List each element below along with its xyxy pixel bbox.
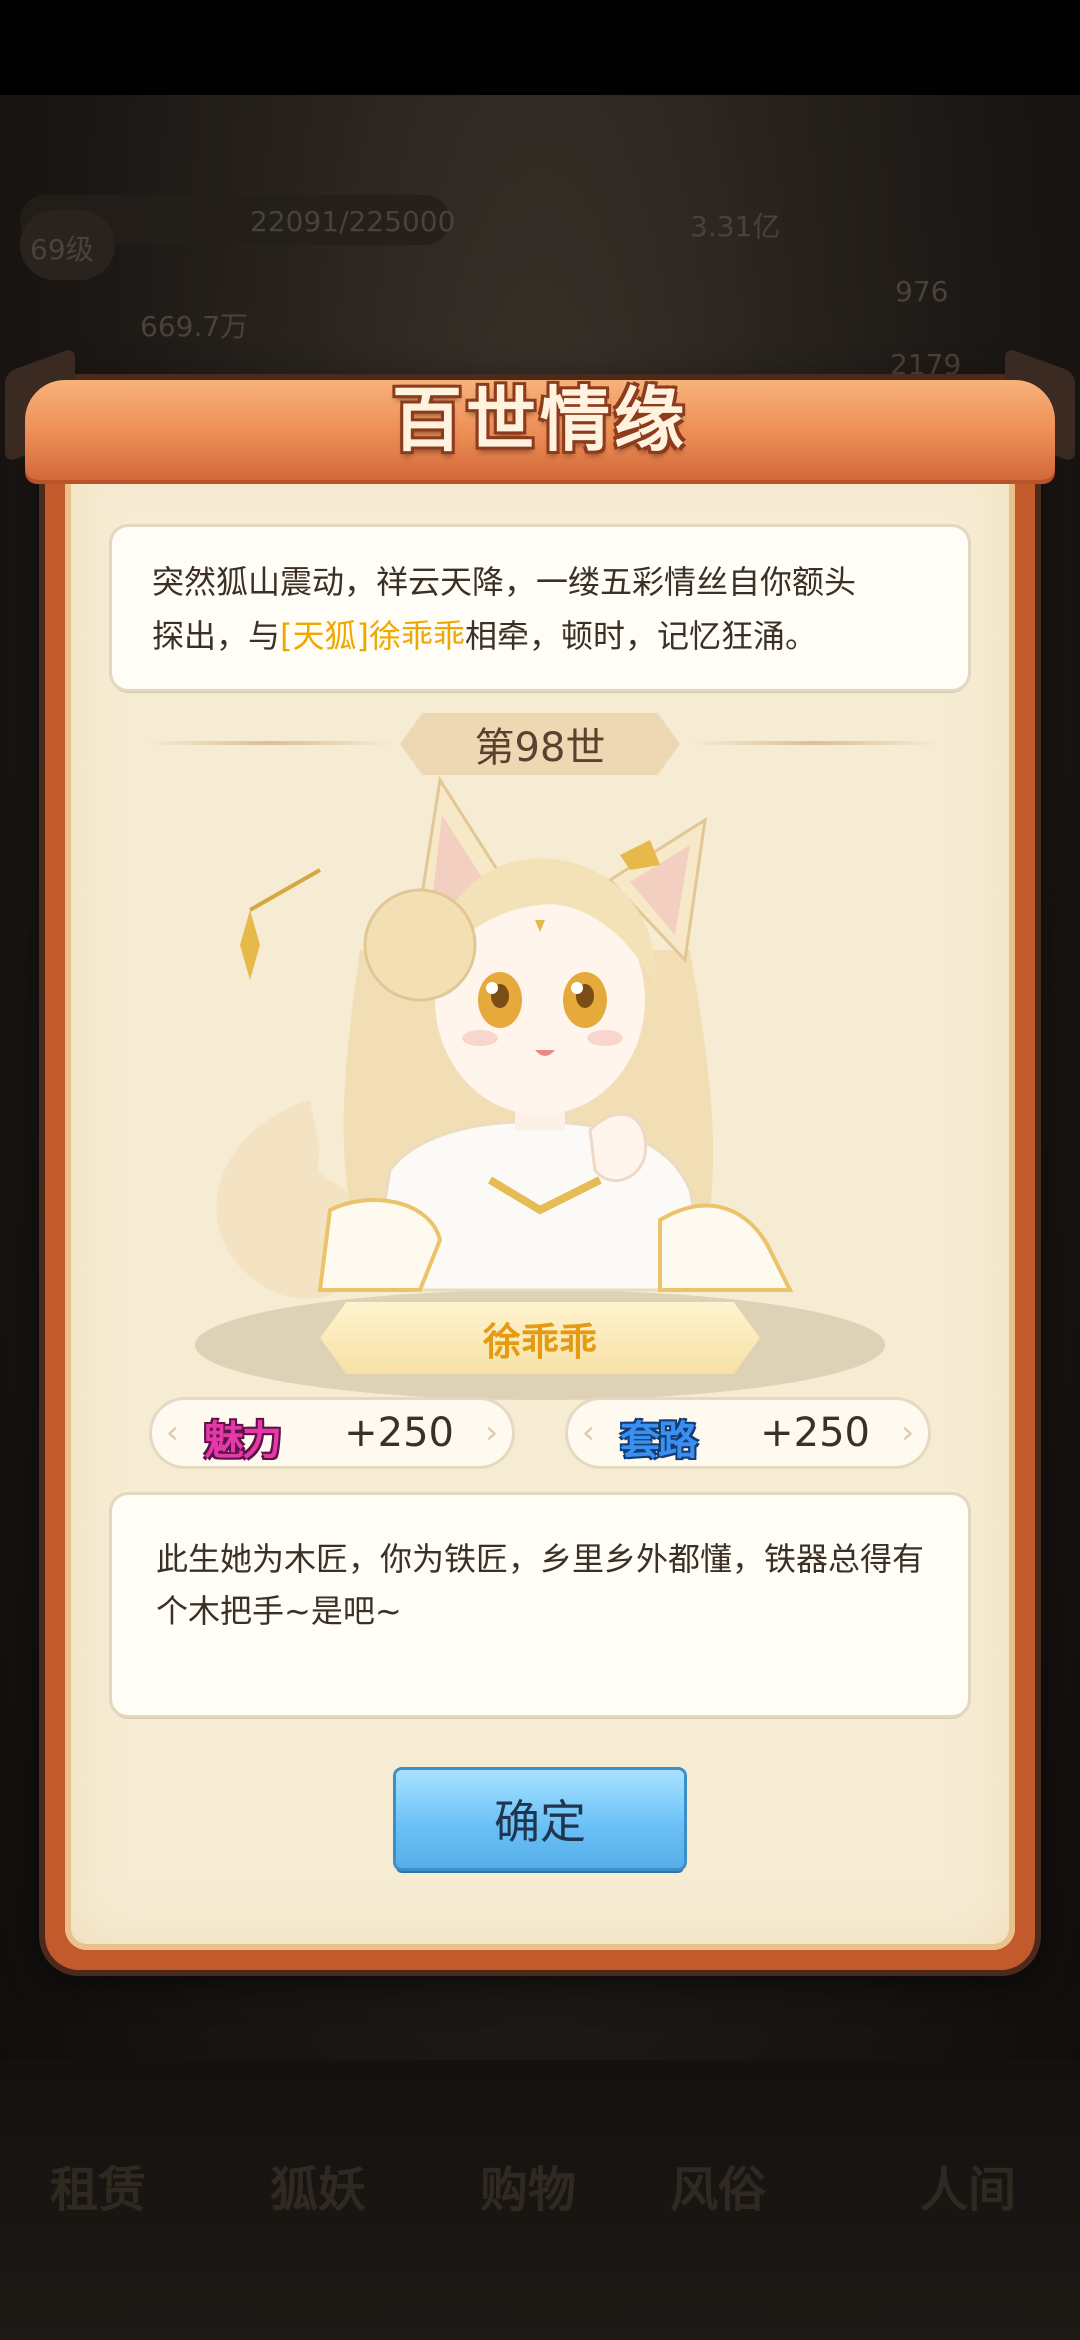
hand [588, 1112, 648, 1183]
character-name-plate: 徐乖乖 [320, 1302, 760, 1374]
intro-post: 相牵，顿时，记忆狂涌。 [465, 617, 818, 655]
confirm-button[interactable]: 确定 [396, 1770, 684, 1868]
tactics-stat: ‹ 套路 +250 › [568, 1400, 928, 1466]
stat-b-text: 2179 [890, 348, 962, 381]
hair-ornament [620, 840, 660, 870]
story-description: 此生她为木匠，你为铁匠，乡里乡外都懂，铁器总得有个木把手~是吧~ [156, 1540, 925, 1630]
chevron-left-icon: ‹ [166, 1413, 179, 1451]
intro-line-2: 探出，与[天狐]徐乖乖相牵，顿时，记忆狂涌。 [152, 609, 928, 663]
nav-item-world[interactable]: 人间 [920, 2150, 1016, 2220]
power-text: 3.31亿 [690, 210, 781, 243]
nav-item-fox[interactable]: 狐妖 [270, 2150, 366, 2220]
intro-fox-tag: 天狐 [292, 617, 357, 655]
nav-item-shop[interactable]: 购物 [480, 2150, 576, 2220]
tactics-label: 套路 [620, 1417, 698, 1464]
fox-girl-portrait [216, 775, 794, 1299]
charm-label: 魅力 [204, 1417, 282, 1464]
right-sleeve [658, 1203, 794, 1292]
xp-text: 22091/225000 [250, 205, 456, 238]
nav-item-custom[interactable]: 风俗 [670, 2150, 766, 2220]
intro-character-name: 徐乖乖 [369, 617, 466, 655]
charm-value: +250 [344, 1410, 454, 1456]
chevron-left-icon: ‹ [582, 1413, 595, 1451]
banner-line-left [145, 741, 395, 745]
banner-line-right [690, 741, 940, 745]
life-number-banner: 第98世 [400, 713, 680, 775]
intro-bracket-open: [ [280, 617, 293, 655]
intro-bracket-close: ] [356, 617, 369, 655]
intro-line-1: 突然狐山震动，祥云天降，一缕五彩情丝自你额头 [152, 563, 857, 601]
story-description-box: 此生她为木匠，你为铁匠，乡里乡外都懂，铁器总得有个木把手~是吧~ [112, 1495, 968, 1715]
tactics-value: +250 [760, 1410, 870, 1456]
hanging-ornament [240, 910, 260, 980]
chevron-right-icon: › [901, 1413, 914, 1451]
intro-text-box: 突然狐山震动，祥云天降，一缕五彩情丝自你额头 探出，与[天狐]徐乖乖相牵，顿时，… [112, 527, 968, 689]
chevron-right-icon: › [485, 1413, 498, 1451]
dialog-title: 百世情缘 [392, 377, 688, 461]
stat-a-text: 976 [895, 275, 949, 308]
nav-item-rent[interactable]: 租赁 [50, 2150, 146, 2220]
charm-stat: ‹ 魅力 +250 › [152, 1400, 512, 1466]
level-text: 69级 [30, 233, 94, 266]
intro-pre: 探出，与 [152, 617, 281, 655]
title-plate: 百世情缘 [375, 362, 705, 466]
left-sleeve [317, 1198, 443, 1292]
hair-bun [363, 888, 477, 1002]
gold-text: 669.7万 [140, 310, 249, 343]
